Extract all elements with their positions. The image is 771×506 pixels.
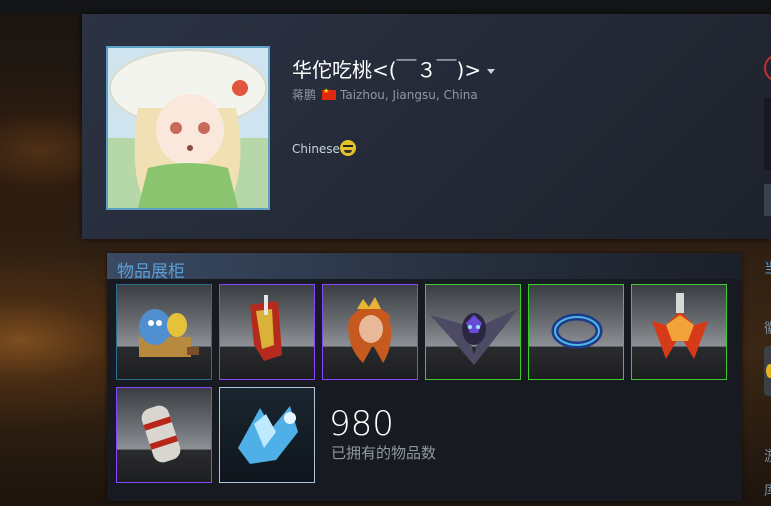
item-red-armor[interactable] <box>219 284 315 380</box>
red-armor-icon <box>250 295 282 361</box>
side-panel <box>764 98 771 170</box>
showcase-title: 物品展柜 <box>117 262 185 282</box>
courier-trio-icon <box>139 309 199 357</box>
side-link-glyph-2[interactable]: 库 <box>764 480 771 500</box>
item-bracer[interactable] <box>116 387 212 483</box>
side-button[interactable] <box>764 184 771 216</box>
item-fire-flower[interactable] <box>631 284 727 380</box>
chevron-down-icon[interactable] <box>487 69 496 74</box>
bracer-icon <box>141 405 181 463</box>
badge-icon <box>766 364 771 378</box>
item-count-label: 已拥有的物品数 <box>331 444 437 462</box>
side-link-glyph-1[interactable]: 游 <box>764 446 771 466</box>
persona-name[interactable]: 华佗吃桃<(￣３￣)> <box>292 54 496 83</box>
winged-head-icon <box>430 309 518 365</box>
orange-hair-icon <box>348 297 391 363</box>
item-count: 980 <box>329 404 394 444</box>
emoticon-icon <box>339 140 356 156</box>
china-flag-icon <box>322 87 337 100</box>
persona-name-text: 华佗吃桃<(￣３￣)> <box>292 58 482 82</box>
ice-hero-icon <box>238 406 298 464</box>
item-dark-winged-head[interactable] <box>425 284 521 380</box>
avatar[interactable] <box>106 46 270 210</box>
side-heading-glyph: 当 <box>764 258 771 278</box>
side-label-glyph: 徽 <box>764 318 771 338</box>
avatar-image <box>108 48 268 208</box>
item-courier-trio[interactable] <box>116 284 212 380</box>
summary-text: Chinese <box>292 142 340 156</box>
item-ice-hero[interactable] <box>219 387 315 483</box>
profile-summary: Chinese <box>292 140 356 156</box>
fire-flower-icon <box>652 293 708 359</box>
location: Taizhou, Jiangsu, China <box>340 88 478 102</box>
real-name-location: 蒋鹏 Taizhou, Jiangsu, China <box>292 86 478 103</box>
real-name: 蒋鹏 <box>292 88 317 102</box>
top-bar <box>0 0 771 13</box>
item-orange-hair[interactable] <box>322 284 418 380</box>
item-blue-ring[interactable] <box>528 284 624 380</box>
showcase-header: 物品展柜 <box>107 253 742 282</box>
blue-ring-icon <box>551 313 603 349</box>
